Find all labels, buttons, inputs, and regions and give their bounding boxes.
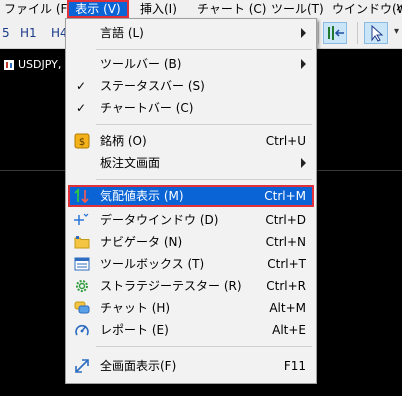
svg-text:$: $	[79, 137, 85, 148]
menu-item-toolbox[interactable]: ツールボックス (T) Ctrl+T	[68, 253, 314, 275]
menu-insert[interactable]: 挿入(I)	[140, 0, 177, 18]
menu-file[interactable]: ファイル (F)	[4, 0, 72, 18]
toolbar-separator	[318, 22, 319, 44]
menu-item-label: チャートバー (C)	[100, 101, 194, 115]
menu-separator	[96, 346, 312, 347]
menu-item-market-watch[interactable]: 気配値表示 (M) Ctrl+M	[68, 185, 314, 207]
menu-separator	[96, 49, 312, 50]
shortcut-label: Alt+E	[272, 323, 306, 337]
menu-chart[interactable]: チャート (C)	[197, 0, 266, 18]
menu-item-label: ナビゲータ (N)	[100, 235, 183, 249]
menu-item-toolbar[interactable]: ツールバー (B)	[68, 53, 314, 75]
menu-item-navigator[interactable]: ナビゲータ (N) Ctrl+N	[68, 231, 314, 253]
menu-help[interactable]: ヘ	[396, 0, 402, 18]
toolbar-more-icon[interactable]: ▾	[394, 26, 399, 37]
toolbar-separator	[357, 22, 358, 44]
menu-item-language[interactable]: 言語 (L)	[68, 22, 314, 44]
toolbox-icon	[74, 256, 90, 272]
menu-item-label: ツールバー (B)	[100, 57, 182, 71]
menu-separator	[96, 179, 312, 180]
menu-item-label: 銘柄 (O)	[100, 134, 147, 148]
report-icon	[74, 322, 90, 338]
menu-item-label: ストラテジーテスター (R)	[100, 279, 242, 293]
menu-item-label: データウインドウ (D)	[100, 213, 219, 227]
symbols-icon: $	[74, 133, 90, 149]
menu-item-label: ステータスバー (S)	[100, 79, 205, 93]
menu-item-label: 気配値表示 (M)	[100, 189, 184, 203]
menu-item-data-window[interactable]: データウインドウ (D) Ctrl+D	[68, 209, 314, 231]
menu-window[interactable]: ウインドウ(W)	[332, 0, 402, 18]
chat-bubble-icon	[74, 300, 90, 316]
menu-tools[interactable]: ツール(T)	[271, 0, 324, 18]
menu-item-label: ツールボックス (T)	[100, 257, 205, 271]
shortcut-label: Ctrl+R	[266, 279, 306, 293]
timeframe-m5-button[interactable]: 5	[2, 24, 10, 42]
chart-symbol-icon	[4, 59, 14, 70]
menu-item-report[interactable]: レポート (E) Alt+E	[68, 319, 314, 341]
timeframe-h1-button[interactable]: H1	[20, 24, 37, 42]
chart-symbol-label: USDJPY, I	[18, 58, 69, 71]
submenu-arrow-icon	[301, 28, 306, 38]
menu-item-label: 板注文画面	[100, 156, 161, 170]
menu-item-label: 全画面表示(F)	[100, 359, 177, 373]
menu-separator	[96, 124, 312, 125]
menu-item-statusbar[interactable]: ✓ ステータスバー (S)	[68, 75, 314, 97]
shortcut-label: Ctrl+M	[264, 189, 306, 203]
chart-title: USDJPY, I	[4, 58, 68, 71]
shortcut-label: Ctrl+D	[265, 213, 306, 227]
menu-item-fullscreen[interactable]: 全画面表示(F) F11	[68, 355, 314, 377]
market-watch-toggle-icon[interactable]	[323, 22, 347, 44]
data-window-icon	[74, 212, 90, 228]
menu-item-label: 言語 (L)	[100, 26, 144, 40]
shortcut-label: Ctrl+N	[265, 235, 306, 249]
fullscreen-arrow-icon	[74, 358, 90, 374]
menu-item-label: チャット (H)	[100, 301, 171, 315]
cursor-icon[interactable]	[364, 22, 388, 44]
checkmark-icon: ✓	[76, 79, 87, 93]
menu-view[interactable]: 表示 (V)	[67, 0, 129, 18]
navigator-folder-icon	[74, 234, 90, 250]
shortcut-label: F11	[283, 359, 306, 373]
submenu-arrow-icon	[301, 158, 306, 168]
menu-item-symbols[interactable]: $ 銘柄 (O) Ctrl+U	[68, 130, 314, 152]
market-watch-icon	[74, 188, 90, 204]
menu-item-chartbar[interactable]: ✓ チャートバー (C)	[68, 97, 314, 119]
view-menu-dropdown: 言語 (L) ツールバー (B) ✓ ステータスバー (S) ✓ チャートバー …	[65, 18, 317, 384]
menu-item-chat[interactable]: チャット (H) Alt+M	[68, 297, 314, 319]
menu-item-strategy-tester[interactable]: ストラテジーテスター (R) Ctrl+R	[68, 275, 314, 297]
menu-item-label: レポート (E)	[100, 323, 169, 337]
shortcut-label: Ctrl+T	[267, 257, 306, 271]
submenu-arrow-icon	[301, 59, 306, 69]
menubar: ファイル (F) 表示 (V) 挿入(I) チャート (C) ツール(T) ウイ…	[0, 0, 402, 18]
shortcut-label: Ctrl+U	[265, 134, 306, 148]
strategy-tester-gear-icon	[74, 278, 90, 294]
menu-item-depth-of-market[interactable]: 板注文画面	[68, 152, 314, 174]
shortcut-label: Alt+M	[269, 301, 306, 315]
checkmark-icon: ✓	[76, 101, 87, 115]
